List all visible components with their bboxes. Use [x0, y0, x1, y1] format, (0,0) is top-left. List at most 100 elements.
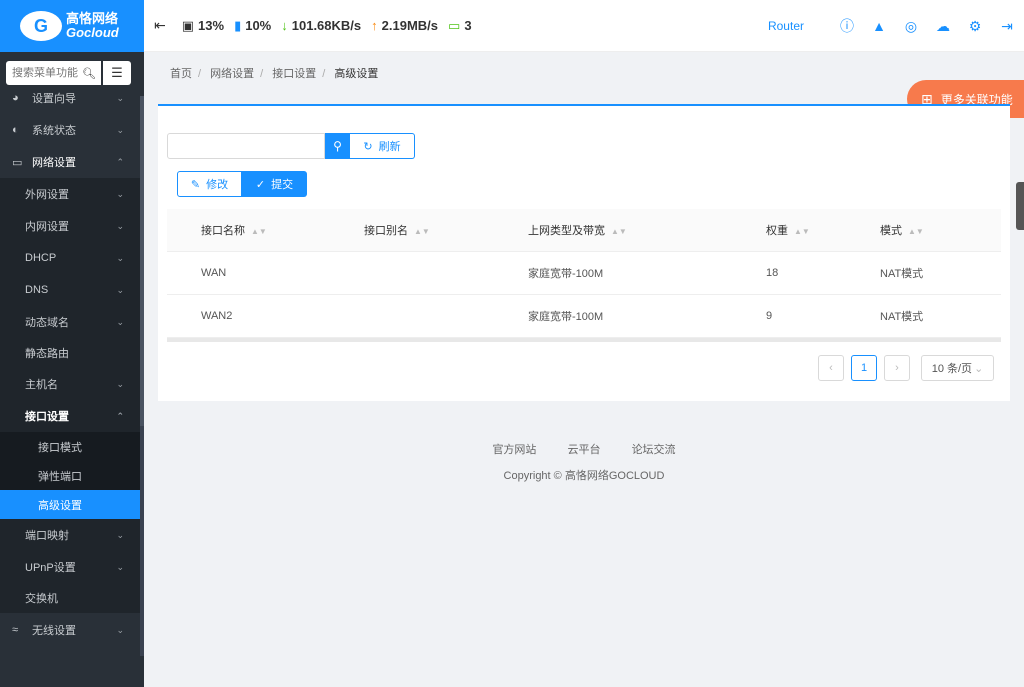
table-row[interactable]: WAN2 家庭宽带-100M 9 NAT模式 — [167, 295, 1001, 338]
arrow-down-icon: ↓ — [281, 18, 288, 33]
cell-type: 家庭宽带-100M — [528, 311, 604, 323]
table-header: 接口名称 ▲▼ 接口别名 ▲▼ 上网类型及带宽 ▲▼ 权重 ▲▼ 模式 ▲▼ — [167, 209, 1001, 252]
footer-link-forum[interactable]: 论坛交流 — [632, 444, 676, 456]
topbar-actions: Router ⓘ ▲ ◎ ☁ ⚙ ⇥ — [768, 0, 1014, 52]
gear-icon[interactable]: ⚙ — [968, 18, 982, 35]
sidebar-item-wan[interactable]: 外网设置 ⌄ — [0, 178, 140, 210]
cell-mode[interactable]: NAT模式 — [880, 308, 923, 324]
sidebar-item-static-route[interactable]: 静态路由 — [0, 338, 140, 368]
chevron-down-icon: ⌄ — [116, 124, 124, 135]
chevron-up-icon: ⌃ — [116, 156, 124, 167]
router-label[interactable]: Router — [768, 19, 804, 33]
column-header-alias[interactable]: 接口别名 ▲▼ — [364, 222, 430, 238]
page-button[interactable]: 1 — [851, 355, 877, 381]
network-submenu: 外网设置 ⌄ 内网设置 ⌄ DHCP ⌄ DNS ⌄ 动态域名 ⌄ 静态路由 主… — [0, 178, 140, 613]
sort-icon: ▲▼ — [414, 227, 430, 236]
nav-item-network-settings[interactable]: ▭ 网络设置 ⌃ — [0, 146, 140, 178]
chevron-left-icon: ‹ — [829, 362, 833, 374]
download-value: 101.68KB/s — [291, 18, 362, 33]
logout-icon[interactable]: ⇥ — [1000, 18, 1014, 35]
column-header-name[interactable]: 接口名称 ▲▼ — [201, 222, 267, 238]
sidebar-item-interface-mode[interactable]: 接口模式 — [0, 432, 140, 461]
refresh-button[interactable]: ↻ 刷新 — [350, 133, 415, 159]
sidebar-item-dhcp[interactable]: DHCP ⌄ — [0, 242, 140, 274]
chevron-down-icon: ⌄ — [116, 188, 124, 199]
footer-link-official[interactable]: 官方网站 — [492, 444, 536, 456]
nav-label: 无线设置 — [32, 625, 76, 637]
submit-button[interactable]: ✓ 提交 — [242, 171, 307, 197]
sort-icon: ▲▼ — [794, 227, 810, 236]
sidebar-item-hostname[interactable]: 主机名 ⌄ — [0, 368, 140, 400]
chevron-down-icon: ⌄ — [116, 529, 124, 540]
sidebar-item-elastic-port[interactable]: 弹性端口 — [0, 461, 140, 490]
nav-item-wireless[interactable]: ≈ 无线设置 ⌄ — [0, 613, 140, 647]
download-stat: ↓ 101.68KB/s — [281, 18, 361, 33]
cloud-upload-icon[interactable]: ☁ — [936, 18, 950, 35]
sub-label: 接口设置 — [25, 411, 69, 423]
footer-link-cloud[interactable]: 云平台 — [568, 444, 601, 456]
sidebar-scrollbar[interactable] — [140, 96, 144, 656]
interface-table: 接口名称 ▲▼ 接口别名 ▲▼ 上网类型及带宽 ▲▼ 权重 ▲▼ 模式 ▲▼ WAN 家庭… — [167, 209, 1001, 342]
side-panel-handle[interactable] — [1016, 182, 1024, 230]
sidebar-item-switch[interactable]: 交换机 — [0, 583, 140, 613]
sub-label: 动态域名 — [25, 317, 69, 329]
search-icon: ⚲ — [333, 139, 342, 153]
cpu-icon: ▣ — [181, 17, 195, 33]
sidebar-item-upnp[interactable]: UPnP设置 ⌄ — [0, 551, 140, 583]
devices-value: 3 — [464, 18, 472, 33]
breadcrumb-interface[interactable]: 接口设置 — [272, 68, 316, 80]
chevron-down-icon: ⌄ — [116, 316, 124, 327]
nav-item-system-status[interactable]: ◐ 系统状态 ⌄ — [0, 114, 140, 146]
sidebar-item-advanced[interactable]: 高级设置 — [0, 490, 140, 519]
sub-label: UPnP设置 — [25, 562, 76, 574]
shirt-icon[interactable]: ▲ — [872, 18, 886, 34]
dashboard-icon: ◐ — [12, 124, 19, 136]
edit-label: 修改 — [206, 179, 229, 191]
pencil-icon: ✎ — [190, 178, 201, 191]
cell-name: WAN2 — [201, 310, 233, 322]
monitor-icon: ▭ — [12, 156, 23, 169]
search-icon[interactable]: 🔍︎ — [82, 67, 96, 80]
next-page-button[interactable]: › — [884, 355, 910, 381]
search-input[interactable] — [167, 133, 325, 159]
submit-label: 提交 — [271, 179, 294, 191]
sidebar-item-port-mapping[interactable]: 端口映射 ⌄ — [0, 519, 140, 551]
collapse-menu-icon[interactable]: ⇤ — [154, 17, 166, 34]
breadcrumb-home[interactable]: 首页 — [170, 68, 192, 80]
sidebar-item-interface[interactable]: 接口设置 ⌃ — [0, 400, 140, 432]
cell-weight[interactable]: 18 — [766, 267, 778, 279]
nav-label: 设置向导 — [32, 93, 76, 105]
cell-mode[interactable]: NAT模式 — [880, 265, 923, 281]
sort-icon: ▲▼ — [908, 227, 924, 236]
cell-type: 家庭宽带-100M — [528, 268, 604, 280]
sidebar-item-lan[interactable]: 内网设置 ⌄ — [0, 210, 140, 242]
info-icon[interactable]: ⓘ — [840, 16, 854, 36]
sub-label: DHCP — [25, 252, 57, 264]
prev-page-button[interactable]: ‹ — [818, 355, 844, 381]
nav-label: 系统状态 — [32, 125, 76, 137]
cell-weight[interactable]: 9 — [766, 310, 772, 322]
compass-icon: ◕ — [12, 92, 19, 104]
menu-search-input[interactable] — [12, 67, 82, 79]
chevron-down-icon: ⌄ — [116, 378, 124, 389]
search-button[interactable]: ⚲ — [325, 133, 350, 159]
nav-item-setup-wizard[interactable]: ◕ 设置向导 ⌄ — [0, 82, 140, 114]
table-row[interactable]: WAN 家庭宽带-100M 18 NAT模式 — [167, 252, 1001, 295]
page-size-select[interactable]: 10 条/页 ⌄ — [921, 355, 994, 381]
table-scrollbar[interactable] — [167, 338, 1001, 342]
nav-label: 网络设置 — [32, 157, 76, 169]
breadcrumb-network[interactable]: 网络设置 — [210, 68, 254, 80]
globe-icon[interactable]: ◎ — [904, 18, 918, 35]
search-row: ⚲ ↻ 刷新 — [167, 133, 415, 159]
topbar: ⇤ ▣ 13% ▮ 10% ↓ 101.68KB/s ↑ 2.19MB/s ▭ … — [144, 0, 1024, 52]
column-header-weight[interactable]: 权重 ▲▼ — [766, 222, 810, 238]
chevron-down-icon: ⌄ — [116, 92, 124, 103]
sidebar-item-dns[interactable]: DNS ⌄ — [0, 274, 140, 306]
edit-button[interactable]: ✎ 修改 — [177, 171, 242, 197]
chevron-down-icon: ⌄ — [116, 624, 124, 635]
sub-label: 静态路由 — [25, 348, 69, 360]
column-header-mode[interactable]: 模式 ▲▼ — [880, 222, 924, 238]
sidebar-item-ddns[interactable]: 动态域名 ⌄ — [0, 306, 140, 338]
column-header-type[interactable]: 上网类型及带宽 ▲▼ — [528, 222, 627, 238]
chevron-down-icon: ⌄ — [116, 284, 124, 295]
